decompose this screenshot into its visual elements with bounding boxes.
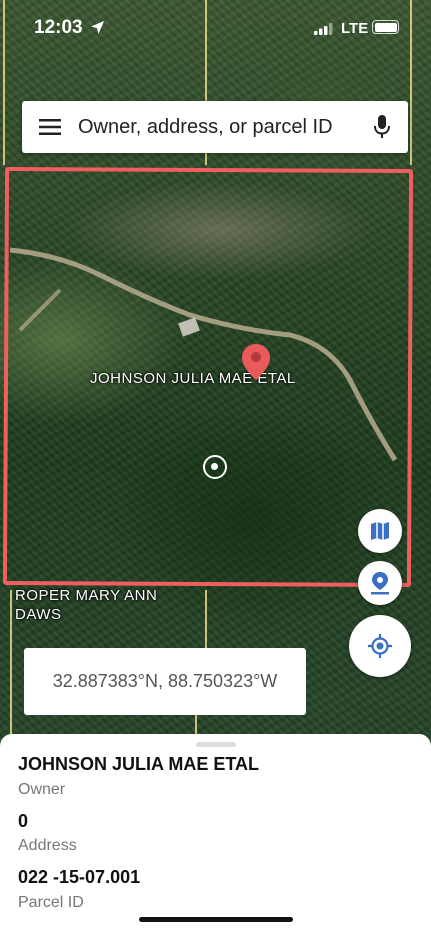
battery-icon — [372, 20, 399, 34]
location-pin-icon[interactable] — [242, 344, 270, 385]
parcel-info-sheet[interactable]: JOHNSON JULIA MAE ETAL Owner 0 Address 0… — [0, 734, 431, 932]
neighbor-parcel-label: ROPER MARY ANN — [15, 587, 158, 604]
map-icon[interactable] — [358, 509, 402, 553]
neighbor-parcel-label-line2: DAWS — [15, 606, 62, 623]
search-bar — [22, 101, 408, 153]
sheet-drag-handle[interactable] — [196, 742, 236, 747]
hamburger-icon[interactable] — [22, 101, 78, 153]
owner-value: JOHNSON JULIA MAE ETAL — [18, 754, 260, 774]
location-arrow-icon — [90, 20, 105, 40]
owner-label: Owner — [18, 781, 66, 798]
address-label: Address — [18, 837, 77, 854]
map-center-target-icon — [203, 455, 227, 479]
microphone-icon[interactable] — [356, 101, 408, 153]
parcel-id-label: Parcel ID — [18, 894, 84, 911]
signal-strength-icon — [314, 22, 334, 40]
status-time: 12:03 — [34, 17, 83, 38]
home-indicator[interactable] — [139, 917, 293, 922]
parcel-id-value: 022 -15-07.001 — [18, 867, 141, 887]
coordinates-text: 32.887383°N, 88.750323°W — [52, 671, 278, 691]
address-value: 0 — [18, 811, 29, 831]
coordinates-readout[interactable]: 32.887383°N, 88.750323°W — [24, 648, 306, 715]
my-location-icon[interactable] — [349, 615, 411, 677]
status-bar: 12:03 LTE — [0, 0, 431, 56]
place-pin-icon[interactable] — [358, 561, 402, 605]
search-input[interactable] — [78, 115, 356, 139]
network-type: LTE — [341, 20, 369, 37]
